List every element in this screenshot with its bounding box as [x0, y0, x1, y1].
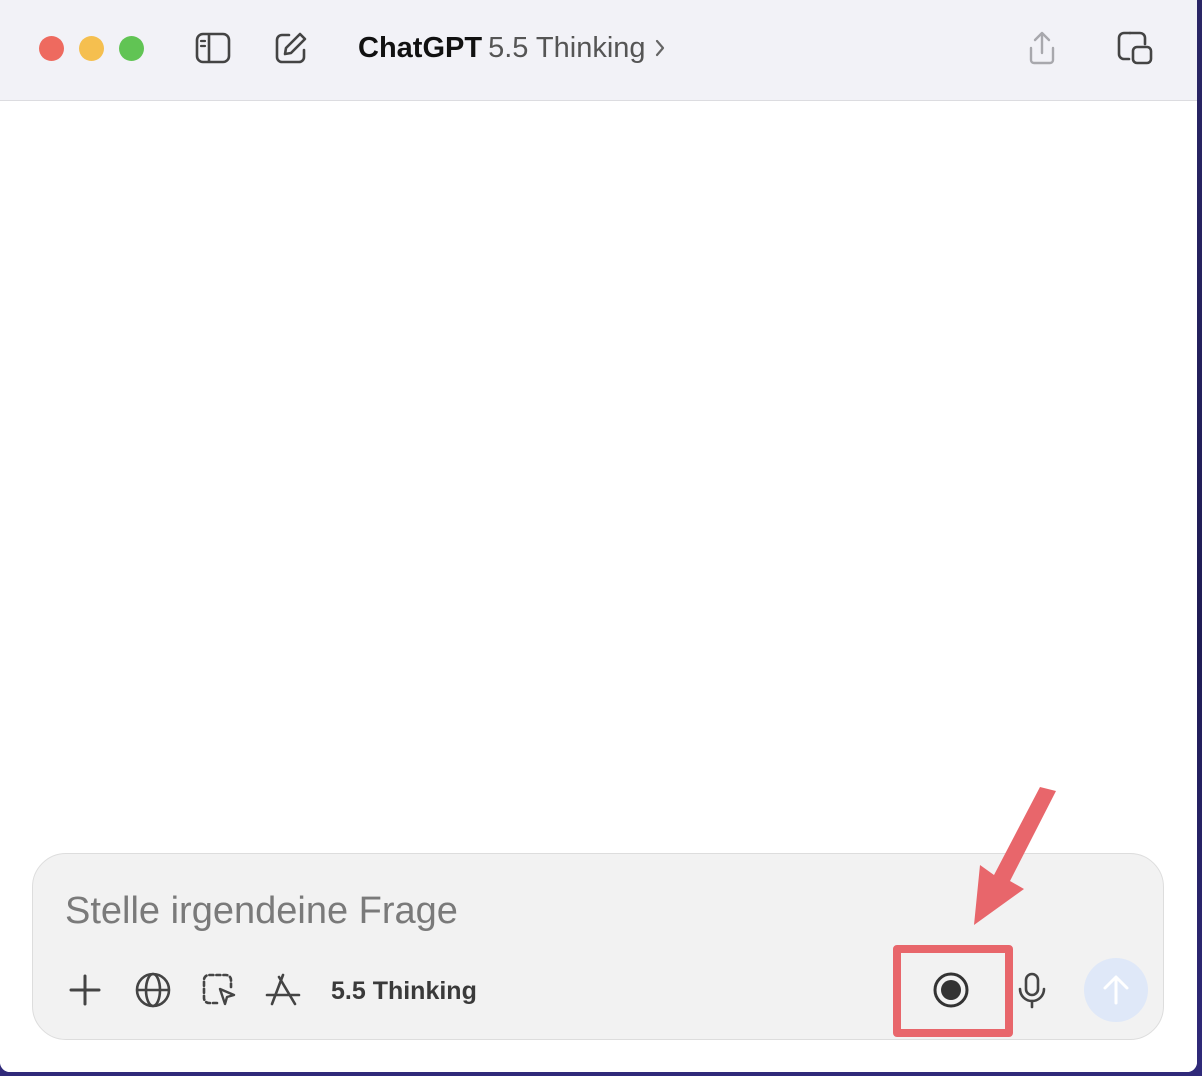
model-selector[interactable]: ChatGPT 5.5 Thinking: [358, 30, 666, 66]
app-title: ChatGPT: [358, 31, 483, 64]
send-arrow-icon: [1103, 975, 1129, 1005]
apps-button[interactable]: [259, 966, 307, 1014]
screen-select-icon: [202, 973, 236, 1006]
voice-dictation-button[interactable]: [1008, 966, 1056, 1014]
chevron-right-icon: [654, 38, 666, 58]
popout-window-button[interactable]: [1115, 28, 1155, 68]
share-icon: [1029, 31, 1055, 65]
window-maximize-button[interactable]: [119, 36, 144, 61]
sidebar-toggle-button[interactable]: [193, 28, 233, 68]
globe-icon: [135, 972, 171, 1008]
compose-icon: [275, 32, 307, 64]
model-title: 5.5 Thinking: [488, 31, 646, 64]
new-chat-button[interactable]: [271, 28, 311, 68]
message-input[interactable]: [63, 882, 967, 940]
titlebar: ChatGPT 5.5 Thinking: [0, 0, 1197, 101]
share-button[interactable]: [1022, 28, 1062, 68]
microphone-icon: [1018, 972, 1046, 1009]
annotation-arrow: [974, 787, 1056, 925]
app-store-icon: [265, 973, 301, 1006]
screen-select-button[interactable]: [195, 966, 243, 1014]
chatgpt-window: ChatGPT 5.5 Thinking Stelle irgendeine F…: [0, 0, 1197, 1072]
window-close-button[interactable]: [39, 36, 64, 61]
add-attachment-button[interactable]: [61, 966, 109, 1014]
sidebar-toggle-icon: [195, 32, 231, 64]
popout-window-icon: [1117, 31, 1153, 65]
model-label[interactable]: 5.5 Thinking: [331, 974, 477, 1008]
web-search-button[interactable]: [129, 966, 177, 1014]
window-minimize-button[interactable]: [79, 36, 104, 61]
plus-icon: [69, 974, 101, 1006]
send-button[interactable]: [1084, 958, 1148, 1022]
highlight-annotation-box: [893, 945, 1013, 1037]
